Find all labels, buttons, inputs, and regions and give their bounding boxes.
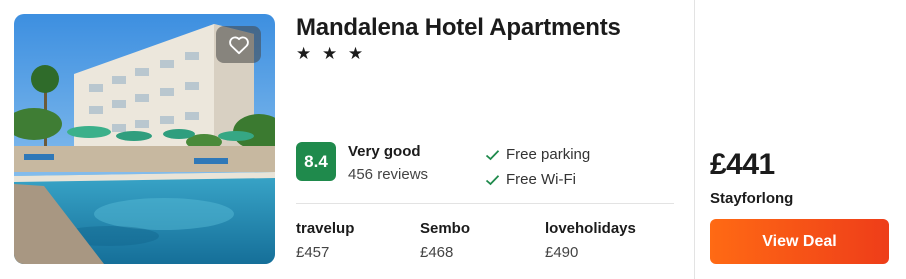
provider-name-travelup[interactable]: travelup <box>296 220 354 237</box>
heart-icon <box>228 36 249 54</box>
best-price: £441 <box>710 148 775 181</box>
amenity-label: Free Wi-Fi <box>506 171 576 188</box>
best-price-seller: Stayforlong <box>710 190 794 207</box>
amenity-free-wifi: Free Wi-Fi <box>485 171 576 188</box>
check-icon <box>485 174 500 185</box>
hotel-name[interactable]: Mandalena Hotel Apartments <box>296 14 621 42</box>
review-count[interactable]: 456 reviews <box>348 166 428 183</box>
provider-price-travelup[interactable]: £457 <box>296 244 329 261</box>
provider-price-sembo[interactable]: £468 <box>420 244 453 261</box>
column-divider <box>694 0 695 279</box>
divider <box>296 203 674 204</box>
hotel-result-card: Mandalena Hotel Apartments ★ ★ ★ 8.4 Ver… <box>0 0 906 279</box>
provider-name-sembo[interactable]: Sembo <box>420 220 470 237</box>
review-score-badge: 8.4 <box>296 142 336 181</box>
amenity-label: Free parking <box>506 146 591 163</box>
check-icon <box>485 149 500 160</box>
amenity-free-parking: Free parking <box>485 146 590 163</box>
view-deal-button[interactable]: View Deal <box>710 219 889 264</box>
rating-label: Very good <box>348 143 421 160</box>
star-rating: ★ ★ ★ <box>296 44 367 63</box>
favorite-button[interactable] <box>216 26 261 63</box>
provider-name-loveholidays[interactable]: loveholidays <box>545 220 636 237</box>
provider-price-loveholidays[interactable]: £490 <box>545 244 578 261</box>
